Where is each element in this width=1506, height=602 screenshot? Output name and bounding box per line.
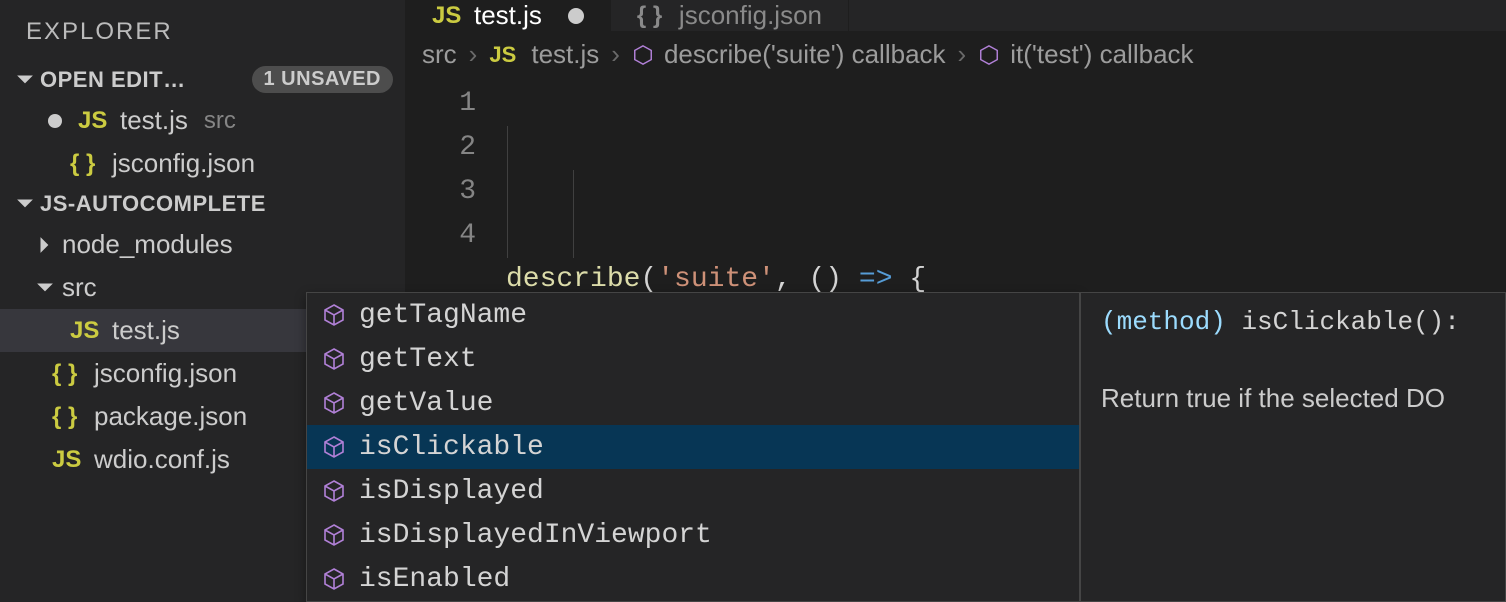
chevron-right-icon: ›	[609, 39, 622, 70]
js-file-icon: JS	[52, 446, 84, 474]
suggestion-docs: (method) isClickable(): Return true if t…	[1080, 292, 1506, 602]
suggest-item[interactable]: getTagName	[307, 293, 1079, 337]
file-name: wdio.conf.js	[94, 444, 230, 475]
workspace-label: JS-AUTOCOMPLETE	[40, 191, 266, 217]
json-file-icon: { }	[70, 150, 102, 178]
suggest-item[interactable]: getValue	[307, 381, 1079, 425]
open-editors-label: OPEN EDIT…	[40, 67, 186, 93]
method-icon	[321, 478, 347, 504]
file-name: jsconfig.json	[94, 358, 237, 389]
method-icon	[321, 302, 347, 328]
file-name: test.js	[112, 315, 180, 346]
unsaved-badge: 1 UNSAVED	[252, 66, 394, 93]
suggest-item[interactable]: isDisplayedInViewport	[307, 513, 1079, 557]
tab-label: jsconfig.json	[679, 0, 822, 31]
workspace-header[interactable]: JS-AUTOCOMPLETE	[0, 185, 405, 223]
breadcrumb-segment[interactable]: test.js	[531, 39, 599, 70]
method-icon	[321, 434, 347, 460]
breadcrumb-segment[interactable]: src	[422, 39, 457, 70]
suggest-label: isEnabled	[359, 564, 510, 595]
chevron-right-icon: ›	[956, 39, 969, 70]
file-name: package.json	[94, 401, 247, 432]
js-file-icon: JS	[70, 317, 102, 345]
suggest-label: isDisplayedInViewport	[359, 520, 712, 551]
dirty-dot-icon	[48, 114, 62, 128]
folder-name: src	[62, 272, 97, 303]
chevron-down-icon	[36, 279, 54, 297]
js-file-icon: JS	[432, 2, 464, 30]
breadcrumb-segment[interactable]: describe('suite') callback	[664, 39, 946, 70]
js-file-icon: JS	[489, 42, 521, 68]
tab-label: test.js	[474, 0, 542, 31]
chevron-down-icon	[16, 195, 34, 213]
tab-jsconfig[interactable]: { } jsconfig.json	[611, 0, 849, 31]
signature-text: (method) isClickable():	[1101, 307, 1485, 337]
method-icon	[321, 346, 347, 372]
open-editor-item[interactable]: JS test.js src	[0, 99, 405, 142]
suggest-label: isClickable	[359, 432, 544, 463]
json-file-icon: { }	[52, 403, 84, 431]
open-editors-header[interactable]: OPEN EDIT… 1 UNSAVED	[0, 60, 405, 99]
autocomplete-popup[interactable]: getTagName getText getValue isClickable isDi…	[306, 292, 1080, 602]
breadcrumb[interactable]: src › JS test.js › describe('suite') cal…	[406, 31, 1506, 78]
chevron-down-icon	[16, 71, 34, 89]
file-dir: src	[204, 107, 236, 135]
chevron-right-icon: ›	[467, 39, 480, 70]
tab-bar: JS test.js { } jsconfig.json	[406, 0, 1506, 31]
folder-name: node_modules	[62, 229, 233, 260]
method-icon	[321, 566, 347, 592]
tab-test-js[interactable]: JS test.js	[406, 0, 611, 31]
dirty-dot-icon	[568, 8, 584, 24]
breadcrumb-segment[interactable]: it('test') callback	[1010, 39, 1193, 70]
open-editor-item[interactable]: { } jsconfig.json	[0, 142, 405, 185]
suggest-item[interactable]: getText	[307, 337, 1079, 381]
json-file-icon: { }	[52, 360, 84, 388]
explorer-title: EXPLORER	[0, 0, 405, 60]
suggest-label: isDisplayed	[359, 476, 544, 507]
method-icon	[321, 390, 347, 416]
suggest-label: getValue	[359, 388, 493, 419]
chevron-right-icon	[36, 236, 54, 254]
suggest-item[interactable]: isDisplayed	[307, 469, 1079, 513]
suggest-item[interactable]: isEnabled	[307, 557, 1079, 601]
js-file-icon: JS	[78, 107, 110, 135]
folder-node-modules[interactable]: node_modules	[0, 223, 405, 266]
file-name: jsconfig.json	[112, 148, 255, 179]
file-name: test.js	[120, 105, 188, 136]
method-icon	[978, 44, 1000, 66]
suggest-item[interactable]: isClickable	[307, 425, 1079, 469]
doc-description: Return true if the selected DO	[1101, 383, 1485, 414]
method-icon	[632, 44, 654, 66]
method-icon	[321, 522, 347, 548]
suggest-label: getTagName	[359, 300, 527, 331]
suggest-label: getText	[359, 344, 477, 375]
json-file-icon: { }	[637, 2, 669, 30]
